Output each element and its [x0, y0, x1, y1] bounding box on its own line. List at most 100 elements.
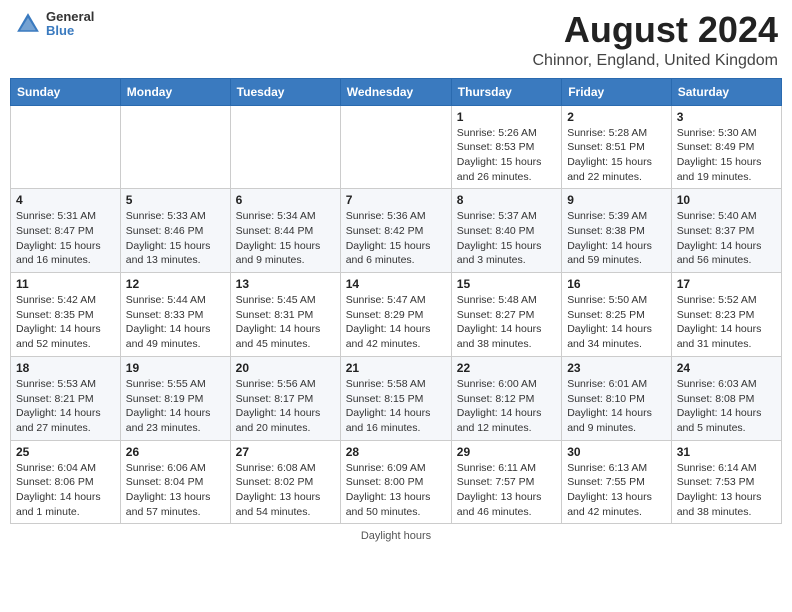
calendar-cell: 14 Sunrise: 5:47 AM Sunset: 8:29 PM Dayli…: [340, 273, 451, 357]
day-info: Sunrise: 5:33 AM Sunset: 8:46 PM Dayligh…: [126, 209, 225, 268]
calendar-cell: 7 Sunrise: 5:36 AM Sunset: 8:42 PM Daylig…: [340, 189, 451, 273]
day-info: Sunrise: 5:39 AM Sunset: 8:38 PM Dayligh…: [567, 209, 666, 268]
day-info: Sunrise: 6:08 AM Sunset: 8:02 PM Dayligh…: [236, 461, 335, 520]
calendar-cell: 10Sunrise: 5:40 AM Sunset: 8:37 PM Dayli…: [671, 189, 781, 273]
logo-icon: [14, 10, 42, 38]
day-info: Sunrise: 6:11 AM Sunset: 7:57 PM Dayligh…: [457, 461, 556, 520]
day-info: Sunrise: 5:50 AM Sunset: 8:25 PM Dayligh…: [567, 293, 666, 352]
week-row-4: 18Sunrise: 5:53 AM Sunset: 8:21 PM Dayli…: [11, 356, 782, 440]
calendar-cell: 3 Sunrise: 5:30 AM Sunset: 8:49 PM Daylig…: [671, 105, 781, 189]
day-info: Sunrise: 5:34 AM Sunset: 8:44 PM Dayligh…: [236, 209, 335, 268]
day-info: Sunrise: 5:55 AM Sunset: 8:19 PM Dayligh…: [126, 377, 225, 436]
day-info: Sunrise: 6:06 AM Sunset: 8:04 PM Dayligh…: [126, 461, 225, 520]
day-info: Sunrise: 5:26 AM Sunset: 8:53 PM Dayligh…: [457, 126, 556, 185]
day-info: Sunrise: 5:48 AM Sunset: 8:27 PM Dayligh…: [457, 293, 556, 352]
calendar-cell: 21 Sunrise: 5:58 AM Sunset: 8:15 PM Dayli…: [340, 356, 451, 440]
col-header-tuesday: Tuesday: [230, 78, 340, 105]
calendar-cell: 8 Sunrise: 5:37 AM Sunset: 8:40 PM Daylig…: [451, 189, 561, 273]
day-info: Sunrise: 5:58 AM Sunset: 8:15 PM Dayligh…: [346, 377, 446, 436]
col-header-saturday: Saturday: [671, 78, 781, 105]
day-number: 10: [677, 193, 776, 207]
day-number: 30: [567, 445, 666, 459]
day-number: 29: [457, 445, 556, 459]
day-number: 28: [346, 445, 446, 459]
day-info: Sunrise: 5:30 AM Sunset: 8:49 PM Dayligh…: [677, 126, 776, 185]
calendar-cell: 18Sunrise: 5:53 AM Sunset: 8:21 PM Dayli…: [11, 356, 121, 440]
day-number: 26: [126, 445, 225, 459]
day-number: 8: [457, 193, 556, 207]
day-number: 13: [236, 277, 335, 291]
day-number: 5: [126, 193, 225, 207]
calendar-cell: 22 Sunrise: 6:00 AM Sunset: 8:12 PM Dayli…: [451, 356, 561, 440]
calendar-cell: [230, 105, 340, 189]
day-number: 7: [346, 193, 446, 207]
location-title: Chinnor, England, United Kingdom: [533, 52, 779, 70]
day-number: 25: [16, 445, 115, 459]
day-number: 9: [567, 193, 666, 207]
day-info: Sunrise: 5:42 AM Sunset: 8:35 PM Dayligh…: [16, 293, 115, 352]
calendar-cell: 19 Sunrise: 5:55 AM Sunset: 8:19 PM Dayli…: [120, 356, 230, 440]
col-header-wednesday: Wednesday: [340, 78, 451, 105]
day-info: Sunrise: 5:31 AM Sunset: 8:47 PM Dayligh…: [16, 209, 115, 268]
day-info: Sunrise: 6:09 AM Sunset: 8:00 PM Dayligh…: [346, 461, 446, 520]
day-number: 20: [236, 361, 335, 375]
day-number: 27: [236, 445, 335, 459]
day-info: Sunrise: 5:52 AM Sunset: 8:23 PM Dayligh…: [677, 293, 776, 352]
day-info: Sunrise: 5:56 AM Sunset: 8:17 PM Dayligh…: [236, 377, 335, 436]
calendar-cell: 17 Sunrise: 5:52 AM Sunset: 8:23 PM Dayli…: [671, 273, 781, 357]
day-number: 12: [126, 277, 225, 291]
calendar-table: SundayMondayTuesdayWednesdayThursdayFrid…: [10, 78, 782, 525]
logo-text: General Blue: [46, 10, 94, 39]
day-info: Sunrise: 5:36 AM Sunset: 8:42 PM Dayligh…: [346, 209, 446, 268]
day-info: Sunrise: 5:28 AM Sunset: 8:51 PM Dayligh…: [567, 126, 666, 185]
page-header: General Blue August 2024 Chinnor, Englan…: [10, 10, 782, 70]
calendar-cell: 29 Sunrise: 6:11 AM Sunset: 7:57 PM Dayli…: [451, 440, 561, 524]
day-info: Sunrise: 6:03 AM Sunset: 8:08 PM Dayligh…: [677, 377, 776, 436]
calendar-cell: [120, 105, 230, 189]
week-row-5: 25 Sunrise: 6:04 AM Sunset: 8:06 PM Dayli…: [11, 440, 782, 524]
day-number: 19: [126, 361, 225, 375]
calendar-cell: 11 Sunrise: 5:42 AM Sunset: 8:35 PM Dayli…: [11, 273, 121, 357]
day-info: Sunrise: 6:04 AM Sunset: 8:06 PM Dayligh…: [16, 461, 115, 520]
day-number: 11: [16, 277, 115, 291]
col-header-thursday: Thursday: [451, 78, 561, 105]
day-number: 17: [677, 277, 776, 291]
day-info: Sunrise: 6:13 AM Sunset: 7:55 PM Dayligh…: [567, 461, 666, 520]
month-title: August 2024: [533, 10, 779, 50]
calendar-cell: 6Sunrise: 5:34 AM Sunset: 8:44 PM Daylig…: [230, 189, 340, 273]
day-info: Sunrise: 5:37 AM Sunset: 8:40 PM Dayligh…: [457, 209, 556, 268]
calendar-cell: 25 Sunrise: 6:04 AM Sunset: 8:06 PM Dayli…: [11, 440, 121, 524]
day-number: 22: [457, 361, 556, 375]
footer-note: Daylight hours: [10, 530, 782, 542]
day-number: 16: [567, 277, 666, 291]
day-info: Sunrise: 5:45 AM Sunset: 8:31 PM Dayligh…: [236, 293, 335, 352]
day-info: Sunrise: 5:44 AM Sunset: 8:33 PM Dayligh…: [126, 293, 225, 352]
day-number: 21: [346, 361, 446, 375]
calendar-cell: 9 Sunrise: 5:39 AM Sunset: 8:38 PM Daylig…: [562, 189, 672, 273]
col-header-sunday: Sunday: [11, 78, 121, 105]
day-number: 24: [677, 361, 776, 375]
calendar-cell: 26 Sunrise: 6:06 AM Sunset: 8:04 PM Dayli…: [120, 440, 230, 524]
footer-text: Daylight hours: [361, 530, 431, 542]
day-number: 31: [677, 445, 776, 459]
calendar-cell: 23Sunrise: 6:01 AM Sunset: 8:10 PM Dayli…: [562, 356, 672, 440]
day-number: 14: [346, 277, 446, 291]
calendar-cell: 31Sunrise: 6:14 AM Sunset: 7:53 PM Dayli…: [671, 440, 781, 524]
calendar-cell: 30 Sunrise: 6:13 AM Sunset: 7:55 PM Dayli…: [562, 440, 672, 524]
day-number: 23: [567, 361, 666, 375]
day-number: 2: [567, 110, 666, 124]
day-info: Sunrise: 5:47 AM Sunset: 8:29 PM Dayligh…: [346, 293, 446, 352]
calendar-cell: 15Sunrise: 5:48 AM Sunset: 8:27 PM Dayli…: [451, 273, 561, 357]
week-row-3: 11 Sunrise: 5:42 AM Sunset: 8:35 PM Dayli…: [11, 273, 782, 357]
calendar-cell: 4Sunrise: 5:31 AM Sunset: 8:47 PM Daylig…: [11, 189, 121, 273]
calendar-cell: 13 Sunrise: 5:45 AM Sunset: 8:31 PM Dayli…: [230, 273, 340, 357]
col-header-monday: Monday: [120, 78, 230, 105]
calendar-cell: [11, 105, 121, 189]
calendar-cell: [340, 105, 451, 189]
day-info: Sunrise: 6:00 AM Sunset: 8:12 PM Dayligh…: [457, 377, 556, 436]
day-number: 3: [677, 110, 776, 124]
calendar-cell: 20 Sunrise: 5:56 AM Sunset: 8:17 PM Dayli…: [230, 356, 340, 440]
calendar-cell: 24 Sunrise: 6:03 AM Sunset: 8:08 PM Dayli…: [671, 356, 781, 440]
calendar-cell: 12 Sunrise: 5:44 AM Sunset: 8:33 PM Dayli…: [120, 273, 230, 357]
col-header-friday: Friday: [562, 78, 672, 105]
